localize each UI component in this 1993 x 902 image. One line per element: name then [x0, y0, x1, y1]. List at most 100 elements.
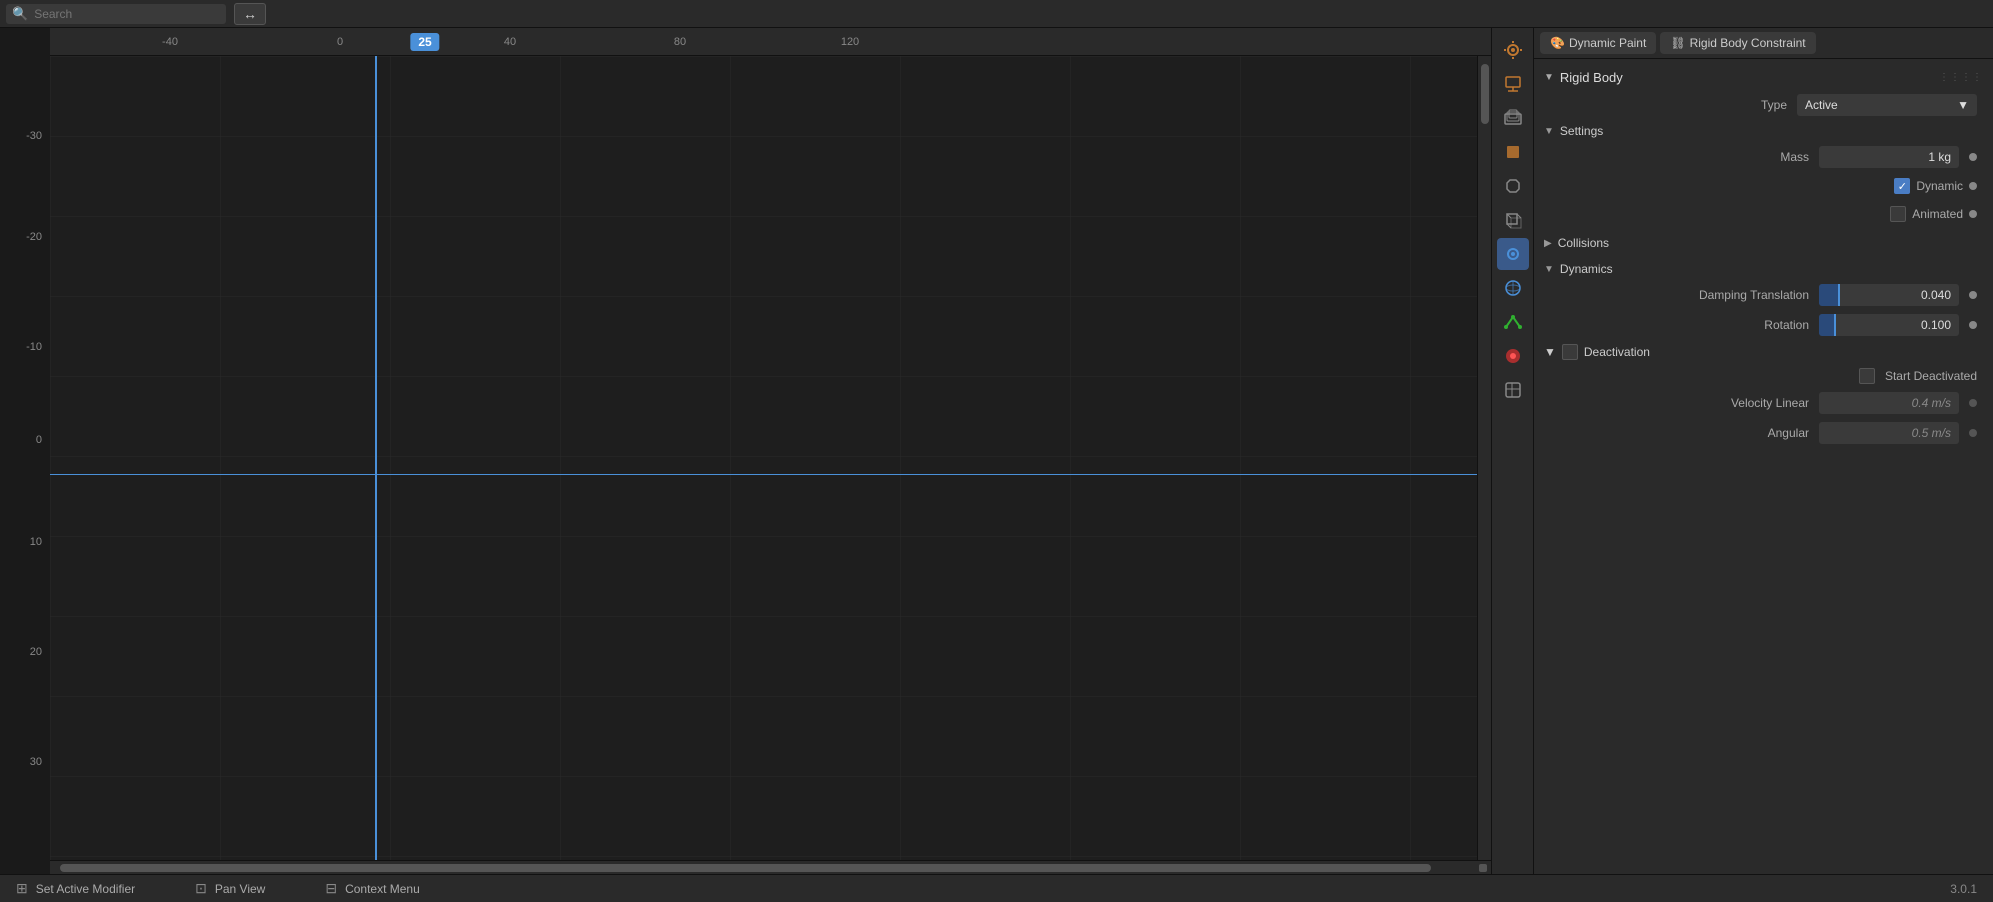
arrows-button[interactable]: ↔ — [234, 3, 266, 25]
view-layer-icon — [1504, 109, 1522, 127]
type-dropdown[interactable]: Active ▼ — [1797, 94, 1977, 116]
sidebar-item-render[interactable] — [1497, 34, 1529, 66]
dynamics-label: Dynamics — [1560, 262, 1613, 276]
settings-chevron: ▼ — [1544, 126, 1554, 137]
deactivation-subsection: ▼ Deactivation Start Deactivated Velocit… — [1534, 340, 1993, 448]
scrollbar-h-thumb[interactable] — [60, 864, 1431, 872]
search-icon: 🔍 — [12, 6, 28, 22]
dynamic-checkbox-wrapper: ✓ Dynamic — [1894, 178, 1963, 194]
ruler-tick-minus40: -40 — [162, 36, 178, 48]
context-menu-label: Context Menu — [345, 882, 420, 896]
world-icon — [1504, 177, 1522, 195]
ruler-tick-0: 0 — [337, 36, 343, 48]
settings-header[interactable]: ▼ Settings — [1534, 120, 1993, 142]
constraints-icon — [1504, 313, 1522, 331]
y-label-minus30: -30 — [26, 130, 42, 142]
sidebar-item-output[interactable] — [1497, 68, 1529, 100]
ruler-labels: -40 0 25 40 80 120 — [0, 28, 1491, 55]
type-label: Type — [1761, 98, 1787, 112]
damping-translation-value: 0.040 — [1819, 284, 1959, 306]
tab-rigid-body-constraint[interactable]: ⛓ Rigid Body Constraint — [1660, 32, 1815, 54]
deactivation-toggle[interactable] — [1562, 344, 1578, 360]
main-area: -40 0 25 40 80 120 30 20 10 0 -10 -20 -3… — [0, 28, 1993, 874]
animated-checkbox-wrapper: Animated — [1890, 206, 1963, 222]
damping-translation-input[interactable]: 0.040 — [1819, 284, 1959, 306]
y-label-10: 10 — [30, 536, 42, 548]
status-bar: ⊞ Set Active Modifier ⊡ Pan View ⊟ Conte… — [0, 874, 1993, 902]
dynamic-checkbox[interactable]: ✓ — [1894, 178, 1910, 194]
dynamic-row: ✓ Dynamic — [1534, 172, 1993, 200]
animated-label: Animated — [1912, 207, 1963, 221]
graph-canvas[interactable] — [50, 56, 1477, 860]
animated-checkbox[interactable] — [1890, 206, 1906, 222]
physics-icon — [1504, 279, 1522, 297]
rotation-dot — [1969, 321, 1977, 329]
damping-translation-label: Damping Translation — [1699, 288, 1809, 302]
start-deactivated-checkbox[interactable] — [1859, 368, 1875, 384]
animated-dot — [1969, 210, 1977, 218]
section-drag-handle: ⋮⋮⋮⋮ — [1939, 72, 1983, 83]
velocity-linear-input[interactable]: 0.4 m/s — [1819, 392, 1959, 414]
grid-svg — [50, 56, 1477, 860]
ruler-tick-120: 120 — [841, 36, 859, 48]
search-box[interactable]: 🔍 — [6, 4, 226, 24]
dynamics-header[interactable]: ▼ Dynamics — [1534, 258, 1993, 280]
properties-tabs: 🎨 Dynamic Paint ⛓ Rigid Body Constraint — [1534, 28, 1993, 59]
angular-input[interactable]: 0.5 m/s — [1819, 422, 1959, 444]
graph-area: -40 0 25 40 80 120 30 20 10 0 -10 -20 -3… — [0, 28, 1491, 874]
tab-dynamic-paint[interactable]: 🎨 Dynamic Paint — [1540, 32, 1656, 54]
status-context-menu: ⊟ Context Menu — [325, 880, 419, 897]
current-frame-indicator[interactable]: 25 — [410, 33, 439, 51]
pan-view-icon: ⊡ — [195, 880, 207, 897]
dynamics-subsection: ▼ Dynamics Damping Translation 0.040 — [1534, 258, 1993, 340]
sidebar-item-object[interactable] — [1497, 204, 1529, 236]
set-active-label: Set Active Modifier — [36, 882, 135, 896]
y-label-30: 30 — [30, 756, 42, 768]
start-deactivated-row: Start Deactivated — [1534, 364, 1993, 388]
collisions-header[interactable]: ▶ Collisions — [1534, 232, 1993, 254]
sidebar-item-physics[interactable] — [1497, 272, 1529, 304]
properties-panel: 🎨 Dynamic Paint ⛓ Rigid Body Constraint … — [1533, 28, 1993, 874]
y-label-minus20: -20 — [26, 231, 42, 243]
ruler-tick-80: 80 — [674, 36, 686, 48]
mass-input[interactable]: 1 kg — [1819, 146, 1959, 168]
deactivation-header[interactable]: ▼ Deactivation — [1534, 340, 1993, 364]
y-label-20: 20 — [30, 646, 42, 658]
deactivation-chevron: ▼ — [1544, 345, 1556, 359]
dynamic-label: Dynamic — [1916, 179, 1963, 193]
sidebar-item-constraints[interactable] — [1497, 306, 1529, 338]
scene-icon — [1504, 143, 1522, 161]
rigid-body-section-header[interactable]: ▼ Rigid Body ⋮⋮⋮⋮ — [1534, 65, 1993, 90]
rigid-body-chevron: ▼ — [1544, 72, 1554, 83]
velocity-linear-value: 0.4 m/s — [1912, 396, 1951, 410]
search-input[interactable] — [34, 7, 220, 21]
context-menu-icon: ⊟ — [325, 880, 337, 897]
angular-label: Angular — [1768, 426, 1809, 440]
mass-label: Mass — [1780, 150, 1809, 164]
y-axis-strip: 30 20 10 0 -10 -20 -30 — [0, 56, 50, 860]
sidebar-item-view-layer[interactable] — [1497, 102, 1529, 134]
scrollbar-v-thumb[interactable] — [1481, 64, 1489, 124]
rotation-input[interactable]: 0.100 — [1819, 314, 1959, 336]
sidebar-item-world[interactable] — [1497, 170, 1529, 202]
sidebar-item-material[interactable] — [1497, 374, 1529, 406]
rigid-body-label: Rigid Body — [1560, 70, 1623, 85]
velocity-linear-label: Velocity Linear — [1731, 396, 1809, 410]
ruler: -40 0 25 40 80 120 — [0, 28, 1491, 56]
mass-value: 1 kg — [1928, 150, 1951, 164]
sidebar-item-data[interactable] — [1497, 340, 1529, 372]
deactivation-label: Deactivation — [1584, 345, 1650, 359]
ruler-tick-40: 40 — [504, 36, 516, 48]
rigid-body-constraint-icon: ⛓ — [1670, 36, 1685, 50]
damping-dot — [1969, 291, 1977, 299]
sidebar-item-particles[interactable] — [1497, 238, 1529, 270]
collisions-subsection: ▶ Collisions — [1534, 228, 1993, 258]
settings-label: Settings — [1560, 124, 1603, 138]
render-icon — [1504, 41, 1522, 59]
sidebar-item-scene[interactable] — [1497, 136, 1529, 168]
graph-canvas-wrapper: 30 20 10 0 -10 -20 -30 — [0, 56, 1491, 860]
angular-row: Angular 0.5 m/s — [1534, 418, 1993, 448]
scrollbar-v[interactable] — [1477, 56, 1491, 860]
scrollbar-h[interactable] — [0, 860, 1491, 874]
velocity-linear-row: Velocity Linear 0.4 m/s — [1534, 388, 1993, 418]
